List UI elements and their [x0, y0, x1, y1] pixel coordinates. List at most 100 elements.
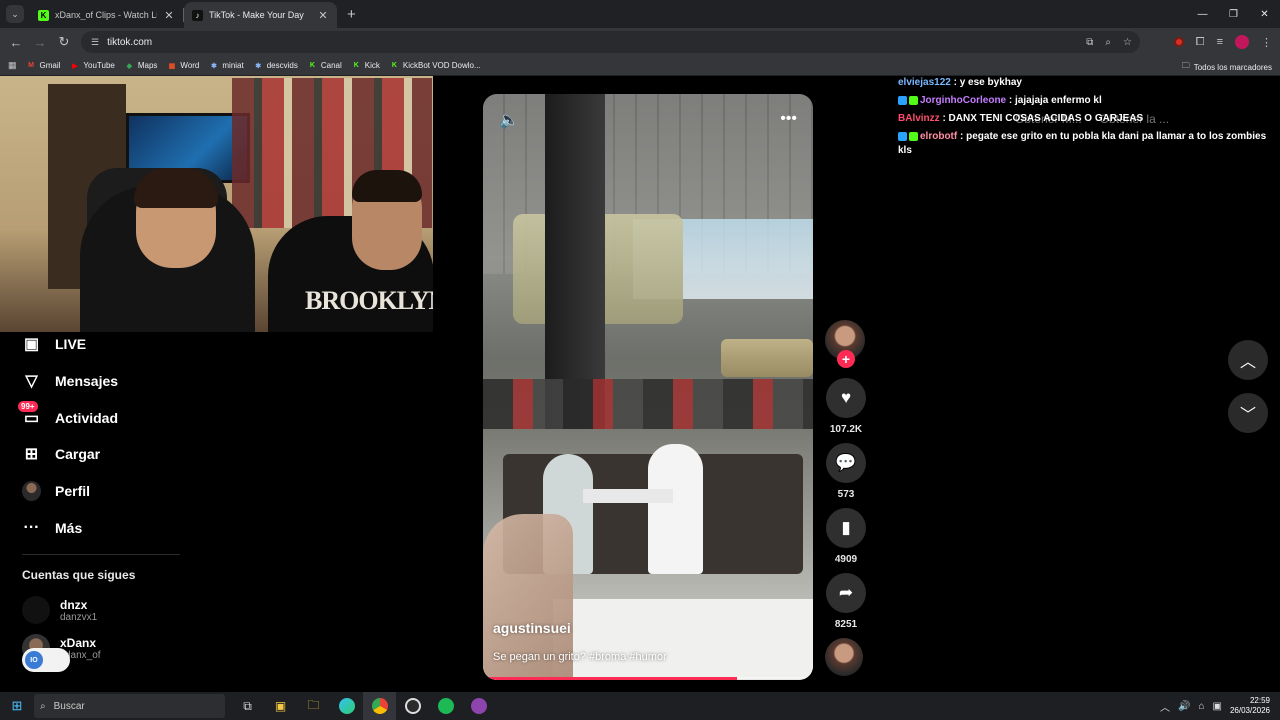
reload-icon[interactable]: ↻ [52, 34, 76, 50]
bookmark-icon[interactable]: ▮ [826, 508, 866, 548]
shirt-print-text: BROOKLYN [305, 286, 433, 315]
more-options-icon[interactable]: ••• [780, 110, 797, 130]
chrome-icon[interactable] [363, 692, 396, 720]
forward-icon[interactable]: → [28, 35, 52, 50]
spotify-icon[interactable] [429, 692, 462, 720]
follow-plus-icon[interactable]: + [837, 350, 855, 368]
network-icon[interactable]: ⌂ [1198, 701, 1204, 712]
sidebar-item-label: Cargar [55, 446, 101, 463]
bookmark-youtube[interactable]: ▶ YouTube [70, 61, 115, 70]
chat-message: JorginhoCorleone : jajajaja enfermo kl [898, 94, 1273, 108]
tab-title: xDanx_of Clips - Watch Live on [55, 10, 157, 20]
bookmark-maps[interactable]: ◆ Maps [125, 61, 158, 70]
app-tray-icon[interactable]: ▣ [1213, 701, 1222, 712]
sidebar-item-perfil[interactable]: Perfil [0, 473, 190, 510]
share-icon[interactable]: ➦ [826, 573, 866, 613]
tab-kick-clips[interactable]: K xDanx_of Clips - Watch Live on ✕ [30, 2, 183, 28]
comment-icon[interactable]: 💬 [826, 443, 866, 483]
bookmark-word[interactable]: ▦ Word [167, 61, 200, 70]
comment-action[interactable]: 💬 573 [825, 443, 867, 500]
creator-avatar[interactable]: + [825, 320, 865, 368]
chat-username[interactable]: BAlvinzz [898, 113, 940, 124]
windows-start-icon[interactable]: ⊞ [0, 698, 34, 714]
chat-username[interactable]: elviejas122 [898, 77, 951, 88]
like-action[interactable]: ♥ 107.2K [825, 378, 867, 435]
previous-video-button[interactable]: ︿ [1228, 340, 1268, 380]
close-tab-icon[interactable]: ✕ [163, 9, 175, 22]
following-handle: danzvx1 [60, 611, 98, 623]
profile-avatar-icon[interactable] [1235, 35, 1249, 49]
video-player[interactable]: 🔈 ••• agustinsuei Se pegan un grito? #br… [483, 94, 813, 680]
search-placeholder: Buscar [53, 700, 85, 712]
sidebar-item-live[interactable]: ▣ LIVE [0, 326, 190, 363]
tray-chevron-icon[interactable]: ︿ [1160, 699, 1170, 714]
cast-icon[interactable]: ⧉ [1086, 37, 1093, 48]
new-tab-button[interactable]: + [347, 6, 356, 23]
bookmark-gmail[interactable]: M Gmail [27, 61, 60, 70]
site-info-icon[interactable]: ☰ [91, 37, 99, 48]
taskbar-search[interactable]: ⌕ Buscar [34, 694, 225, 718]
all-bookmarks-button[interactable]: 🗀 Todos los marcadores [1182, 60, 1272, 74]
share-count: 8251 [834, 619, 858, 630]
bookmark-label: YouTube [83, 61, 115, 70]
system-clock[interactable]: 22:59 26/03/2026 [1230, 696, 1270, 716]
obs-icon[interactable] [396, 692, 429, 720]
browser-menu-icon[interactable]: ⋮ [1261, 36, 1272, 49]
sidebar-item-actividad[interactable]: ▭ 99+ Actividad [0, 399, 190, 436]
edge-icon[interactable] [330, 692, 363, 720]
close-tab-icon[interactable]: ✕ [317, 9, 329, 22]
video-top-controls: 🔈 ••• [499, 110, 797, 130]
apps-grid-icon[interactable]: ▦ [8, 60, 17, 71]
back-icon[interactable]: ← [4, 35, 28, 50]
overlay-toggle[interactable]: IO [22, 648, 70, 672]
chat-username[interactable]: JorginhoCorleone [920, 95, 1006, 106]
sidebar-item-ms[interactable]: ··· Más [0, 509, 190, 546]
store-icon[interactable]: ▣ [264, 692, 297, 720]
kick-icon: K [309, 62, 315, 69]
task-view-icon[interactable]: ⧉ [231, 692, 264, 720]
tab-search-button[interactable]: ⌄ [6, 5, 24, 23]
restore-icon[interactable]: ❐ [1218, 0, 1249, 28]
icon-glyph: ··· [23, 518, 40, 536]
media-controls-icon[interactable]: ≡ [1217, 36, 1223, 48]
following-title: Cuentas que sigues [22, 568, 136, 582]
following-item-dnzx[interactable]: dnzx danzvx1 [22, 596, 97, 624]
file-explorer-icon[interactable]: 🗀 [297, 692, 330, 720]
bookmark-kick[interactable]: K Kick [352, 61, 380, 70]
bookmark-descvids[interactable]: ✱ descvids [254, 61, 298, 70]
share-action[interactable]: ➦ 8251 [825, 573, 867, 630]
heart-icon[interactable]: ♥ [826, 378, 866, 418]
sidebar-item-mensajes[interactable]: ▽ Mensajes [0, 363, 190, 400]
tab-tiktok[interactable]: ♪ TikTok - Make Your Day ✕ [184, 2, 337, 28]
bookmark-canal[interactable]: K Canal [308, 61, 342, 70]
address-bar[interactable]: ☰ tiktok.com ⧉ ⌕ ☆ [81, 31, 1140, 53]
bookmark-miniat[interactable]: ✱ miniat [209, 61, 244, 70]
close-window-icon[interactable]: ✕ [1249, 0, 1280, 28]
discord-like-icon[interactable] [462, 692, 495, 720]
sound-disc-avatar[interactable] [825, 638, 863, 676]
minimize-icon[interactable]: — [1187, 0, 1218, 28]
messages-icon: ▽ [22, 372, 41, 391]
bookmark-star-icon[interactable]: ☆ [1123, 37, 1132, 48]
chat-username[interactable]: elrobotf [920, 131, 957, 142]
video-progress-bar[interactable] [483, 677, 813, 680]
save-count: 4909 [834, 554, 858, 565]
extensions-icon[interactable]: ⧠ [1196, 36, 1205, 49]
chat-badge-icon [898, 95, 907, 105]
zoom-icon[interactable]: ⌕ [1105, 37, 1111, 48]
clock-time: 22:59 [1249, 696, 1270, 705]
icon-glyph: ▣ [23, 336, 40, 354]
bookmark-label: Kick [364, 61, 380, 70]
sidebar-item-cargar[interactable]: ⊞ Cargar [0, 436, 190, 473]
bookmark-kickbot-vod-dowlo[interactable]: K KickBot VOD Dowlo... [390, 61, 481, 70]
following-name: dnzx [60, 597, 88, 612]
record-extension-icon[interactable] [1173, 37, 1184, 47]
profile-avatar-image [22, 481, 41, 502]
next-video-button[interactable]: ﹀ [1228, 393, 1268, 433]
volume-tray-icon[interactable]: 🔊 [1178, 701, 1190, 712]
save-action[interactable]: ▮ 4909 [825, 508, 867, 565]
bookmark-label: descvids [266, 61, 298, 70]
video-author[interactable]: agustinsuei [493, 620, 571, 636]
browser-toolbar: ← → ↻ ☰ tiktok.com ⧉ ⌕ ☆ ⧠ ≡ ⋮ [0, 28, 1280, 56]
volume-icon[interactable]: 🔈 [499, 110, 519, 130]
